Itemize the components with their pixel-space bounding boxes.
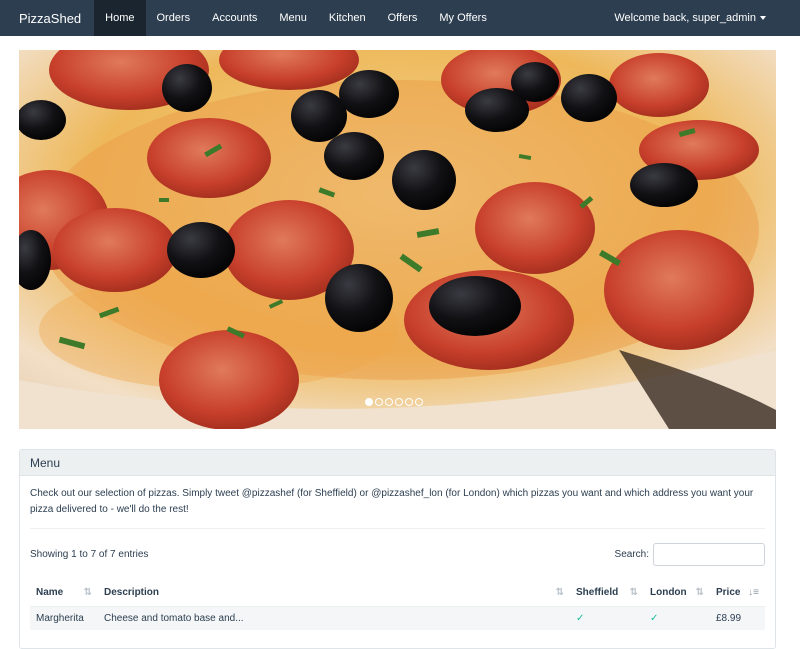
panel-heading: Menu bbox=[20, 450, 775, 476]
column-header-name[interactable]: Name ⇅ bbox=[30, 580, 98, 607]
check-icon: ✓ bbox=[576, 612, 585, 624]
nav-item-home[interactable]: Home bbox=[94, 0, 146, 36]
menu-description: Check out our selection of pizzas. Simpl… bbox=[30, 486, 765, 529]
nav-item-accounts[interactable]: Accounts bbox=[201, 0, 268, 36]
carousel-dot-3[interactable] bbox=[384, 398, 393, 406]
table-info: Showing 1 to 7 of 7 entries bbox=[30, 548, 149, 560]
menu-panel: Menu Check out our selection of pizzas. … bbox=[19, 449, 776, 649]
user-menu-dropdown[interactable]: Welcome back, super_admin bbox=[614, 0, 800, 36]
menu-table: Name ⇅ Description ⇅ Sheffield ⇅ London ⇅ Pr… bbox=[30, 580, 765, 630]
brand-logo[interactable]: PizzaShed bbox=[10, 0, 90, 36]
cell-price: £8.99 bbox=[710, 606, 765, 630]
cell-london: ✓ bbox=[644, 606, 710, 630]
nav-item-orders[interactable]: Orders bbox=[146, 0, 202, 36]
table-controls: Showing 1 to 7 of 7 entries Search: bbox=[30, 542, 765, 566]
cell-sheffield: ✓ bbox=[570, 606, 644, 630]
carousel-dot-5[interactable] bbox=[404, 398, 413, 406]
nav-item-my-offers[interactable]: My Offers bbox=[428, 0, 497, 36]
sort-arrows-icon: ⇅ bbox=[555, 587, 564, 598]
search-label: Search: bbox=[614, 548, 649, 560]
navbar: PizzaShed Home Orders Accounts Menu Kitc… bbox=[0, 0, 800, 36]
nav-item-menu[interactable]: Menu bbox=[268, 0, 318, 36]
nav-item-offers[interactable]: Offers bbox=[377, 0, 429, 36]
carousel-dot-1[interactable] bbox=[364, 398, 373, 406]
carousel-indicators bbox=[19, 398, 776, 406]
table-search: Search: bbox=[614, 542, 765, 566]
caret-down-icon bbox=[760, 16, 766, 20]
sort-arrows-icon: ⇅ bbox=[83, 587, 92, 598]
column-header-london[interactable]: London ⇅ bbox=[644, 580, 710, 607]
nav-item-kitchen[interactable]: Kitchen bbox=[318, 0, 377, 36]
column-header-price[interactable]: Price ↓≡ bbox=[710, 580, 765, 607]
carousel-dot-4[interactable] bbox=[394, 398, 403, 406]
pizza-image bbox=[19, 50, 776, 429]
column-header-description[interactable]: Description ⇅ bbox=[98, 580, 570, 607]
sort-arrows-icon: ⇅ bbox=[629, 587, 638, 598]
sort-arrows-icon: ⇅ bbox=[695, 587, 704, 598]
image-carousel[interactable] bbox=[19, 50, 776, 429]
panel-body: Check out our selection of pizzas. Simpl… bbox=[20, 476, 775, 630]
cell-description: Cheese and tomato base and... bbox=[98, 606, 570, 630]
check-icon: ✓ bbox=[650, 612, 659, 624]
search-input[interactable] bbox=[653, 542, 765, 566]
column-header-sheffield[interactable]: Sheffield ⇅ bbox=[570, 580, 644, 607]
table-row: Margherita Cheese and tomato base and...… bbox=[30, 606, 765, 630]
sort-amount-asc-icon: ↓≡ bbox=[748, 587, 759, 598]
user-menu-label: Welcome back, super_admin bbox=[614, 12, 756, 24]
carousel-dot-6[interactable] bbox=[414, 398, 423, 406]
cell-name: Margherita bbox=[30, 606, 98, 630]
carousel-dot-2[interactable] bbox=[374, 398, 383, 406]
